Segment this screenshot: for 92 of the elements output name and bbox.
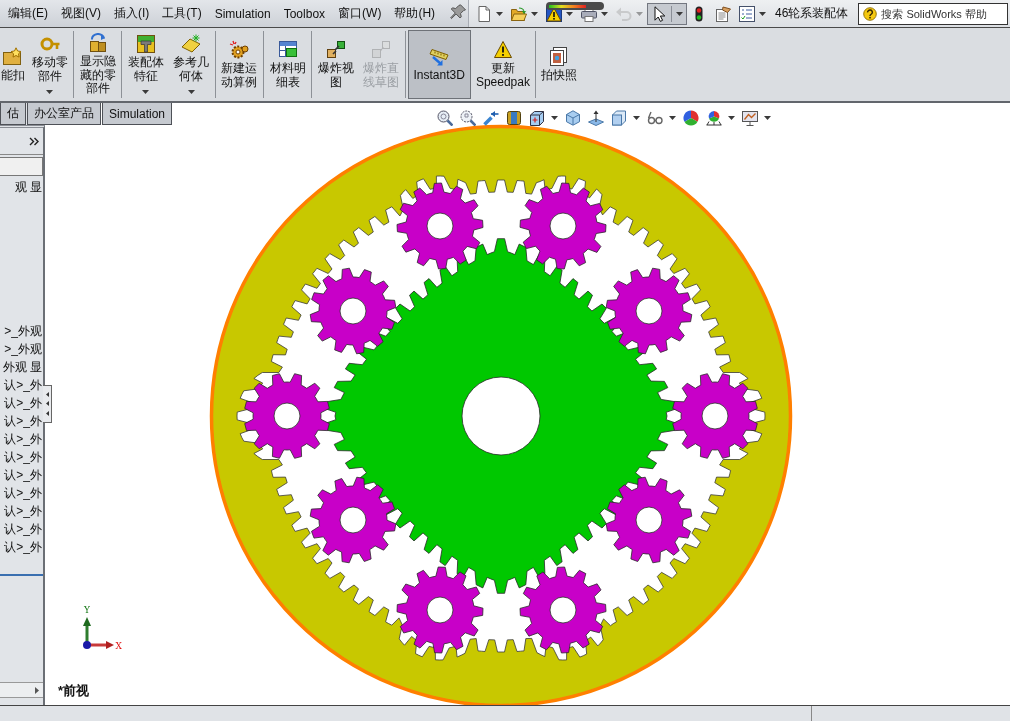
tree-item[interactable]: 认>_外: [4, 466, 42, 484]
menu-item[interactable]: Toolbox: [283, 6, 326, 21]
command-button[interactable]: 拍快照: [537, 30, 580, 99]
tree-item[interactable]: 认>_外: [4, 520, 42, 538]
command-button[interactable]: 装配体特征: [124, 30, 168, 99]
caret-icon[interactable]: [142, 90, 150, 94]
color-ball-icon[interactable]: [683, 110, 699, 126]
window-title: 46轮系装配体: [775, 5, 849, 22]
cube-icon[interactable]: [565, 110, 581, 126]
view-name: *前视: [58, 682, 90, 700]
menu-item[interactable]: 窗口(W): [338, 5, 382, 22]
command-button[interactable]: 移动零部件: [28, 30, 72, 99]
tree-item[interactable]: 认>_外: [4, 538, 42, 556]
checklist-icon[interactable]: [739, 5, 755, 22]
pin-icon[interactable]: [450, 4, 467, 20]
tab[interactable]: Simulation: [102, 103, 173, 125]
caret-icon[interactable]: [764, 116, 771, 120]
horizontal-scrollbar[interactable]: [0, 682, 43, 698]
document-icon[interactable]: [476, 5, 492, 22]
command-button[interactable]: 参考几何体: [169, 30, 213, 99]
y-axis-arrow: [83, 617, 91, 643]
magnifier-icon[interactable]: [460, 110, 476, 126]
menu-item[interactable]: 视图(V): [61, 5, 101, 22]
toolbar-button[interactable]: [647, 2, 687, 25]
right-arrow-icon[interactable]: [35, 686, 39, 694]
tab[interactable]: 办公室产品: [27, 103, 101, 125]
ball-on-stand-icon[interactable]: [706, 110, 722, 126]
origin-dot: [83, 641, 91, 649]
axis-label: X: [115, 640, 122, 651]
command-button[interactable]: Instant3D: [407, 30, 471, 99]
command-button[interactable]: 显示隐藏的零部件: [76, 30, 120, 99]
hammer-box-icon: [135, 34, 156, 54]
tree-item[interactable]: 认>_外: [4, 484, 42, 502]
panel-collapse-handle[interactable]: [43, 385, 52, 423]
ruler-icon: [429, 46, 450, 67]
plane-sparkle-icon: [181, 34, 202, 54]
tab[interactable]: 估: [0, 103, 26, 125]
command-button[interactable]: 新建运动算例: [217, 30, 261, 99]
magnifier-icon[interactable]: [437, 110, 453, 126]
picture-frame-icon: [548, 46, 569, 67]
striped-block-icon[interactable]: [506, 110, 522, 126]
menu-item[interactable]: 插入(I): [114, 5, 150, 22]
menu-item[interactable]: 编辑(E): [8, 5, 48, 22]
tree-item[interactable]: 观 显: [14, 178, 42, 196]
tree-item[interactable]: >_外观: [4, 340, 42, 358]
tree-item[interactable]: 认>_外: [4, 448, 42, 466]
tree-item[interactable]: 外观 显: [2, 358, 42, 376]
search-field[interactable]: 搜索 SolidWorks 帮助: [858, 2, 1008, 25]
caret-icon[interactable]: [759, 11, 766, 16]
caret-icon[interactable]: [531, 11, 538, 16]
folder-icon[interactable]: [511, 5, 527, 22]
tree-item[interactable]: 认>_外: [4, 502, 42, 520]
cursor-icon[interactable]: [651, 5, 667, 22]
double-chevron-icon[interactable]: [29, 136, 39, 146]
axis-plane-icon[interactable]: [588, 110, 604, 126]
linked-squares-icon: [370, 40, 391, 60]
warning-icon: [492, 40, 513, 60]
tree-item[interactable]: 认>_外: [4, 430, 42, 448]
tree-item[interactable]: >_外观: [4, 322, 42, 340]
caret-icon[interactable]: [669, 116, 676, 120]
linked-blocks-icon: [325, 40, 346, 60]
monitor-icon[interactable]: [742, 110, 758, 126]
command-button[interactable]: 能扣: [0, 30, 26, 99]
tree-item[interactable]: 认>_外: [4, 376, 42, 394]
table-icon: [277, 40, 298, 60]
tree-item[interactable]: 认>_外: [4, 412, 42, 430]
box-icon[interactable]: [611, 110, 627, 126]
caret-icon[interactable]: [496, 11, 503, 16]
pen-arrow-icon[interactable]: [483, 110, 499, 126]
glasses-icon[interactable]: [647, 110, 663, 126]
caret-icon[interactable]: [46, 90, 54, 94]
axis-label: Y: [84, 605, 90, 615]
command-button[interactable]: 材料明细表: [265, 30, 310, 99]
filter-field[interactable]: [0, 157, 43, 176]
blocks-icon: [87, 33, 108, 54]
caret-icon[interactable]: [728, 116, 735, 120]
caret-icon[interactable]: [187, 90, 195, 94]
caret-icon[interactable]: [633, 116, 640, 120]
command-button[interactable]: 爆炸视图: [314, 30, 358, 99]
caret-icon[interactable]: [551, 116, 558, 120]
menu-item[interactable]: 工具(T): [162, 5, 202, 22]
box-cross-icon[interactable]: [529, 110, 545, 126]
x-axis-arrow: [89, 641, 114, 649]
caret-icon[interactable]: [601, 11, 608, 16]
question-icon[interactable]: [863, 5, 878, 22]
gear-icon: [229, 40, 250, 60]
tree-item[interactable]: 认>_外: [4, 394, 42, 412]
command-button[interactable]: 更新 Speedpak: [472, 30, 533, 99]
menu-item[interactable]: Simulation: [214, 6, 271, 21]
menu-item[interactable]: 帮助(H): [394, 5, 436, 22]
box-star-icon: [3, 46, 23, 67]
caret-icon[interactable]: [676, 11, 683, 16]
